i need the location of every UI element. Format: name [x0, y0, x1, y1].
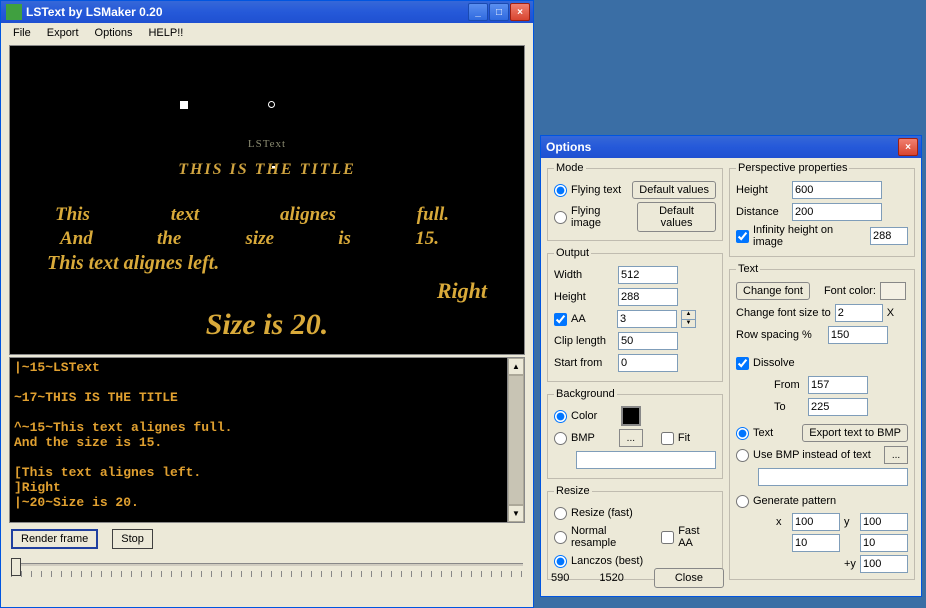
- output-height-field[interactable]: [618, 288, 678, 306]
- output-fieldset: Output Width Height AA▲▼ Clip length Sta…: [547, 247, 723, 382]
- app-icon: [6, 4, 22, 20]
- generate-pattern-radio[interactable]: [736, 495, 749, 508]
- main-window: LSText by LSMaker 0.20 _ □ × File Export…: [0, 0, 534, 608]
- preview-viewport[interactable]: LSText THIS IS THE TITLE Thistextalignes…: [9, 45, 525, 355]
- render-frame-button[interactable]: Render frame: [11, 529, 98, 549]
- options-close-button[interactable]: Close: [654, 568, 724, 588]
- preview-line-5: This text alignes left.: [47, 252, 219, 275]
- background-fieldset: Background Color BMP...Fit: [547, 388, 723, 479]
- preview-line-7: Size is 20.: [10, 308, 524, 342]
- minimize-button[interactable]: _: [468, 3, 488, 21]
- marker-square: [180, 101, 188, 109]
- start-from-field[interactable]: [618, 354, 678, 372]
- pattern-y1-field[interactable]: [860, 513, 908, 531]
- bg-color-swatch[interactable]: [621, 406, 641, 426]
- export-text-bmp-button[interactable]: Export text to BMP: [802, 424, 908, 442]
- infinity-value-field[interactable]: [870, 227, 908, 245]
- persp-distance-field[interactable]: [792, 203, 882, 221]
- main-titlebar: LSText by LSMaker 0.20 _ □ ×: [1, 1, 533, 23]
- text-bmp-path[interactable]: [758, 468, 908, 486]
- editor-wrap: |~15~LSText ~17~THIS IS THE TITLE ^~15~T…: [9, 357, 525, 523]
- menubar: File Export Options HELP!!: [1, 23, 533, 43]
- slider-thumb[interactable]: [11, 558, 21, 576]
- persp-height-field[interactable]: [792, 181, 882, 199]
- scroll-up-button[interactable]: ▲: [508, 358, 524, 375]
- flying-text-radio[interactable]: [554, 184, 567, 197]
- dissolve-from-field[interactable]: [808, 376, 868, 394]
- bg-fit-checkbox[interactable]: [661, 432, 674, 445]
- bg-bmp-radio[interactable]: [554, 432, 567, 445]
- menu-export[interactable]: Export: [39, 25, 87, 41]
- editor-scrollbar[interactable]: ▲ ▼: [508, 357, 525, 523]
- options-close-x[interactable]: ×: [898, 138, 918, 156]
- pattern-y2-field[interactable]: [860, 534, 908, 552]
- clip-length-field[interactable]: [618, 332, 678, 350]
- preview-line-4: Andthesizeis15.: [60, 228, 439, 250]
- resize-fast-radio[interactable]: [554, 507, 567, 520]
- options-titlebar: Options ×: [541, 136, 921, 158]
- mode-fieldset: Mode Flying text Default values Flying i…: [547, 162, 723, 241]
- preview-line-6: Right: [437, 278, 487, 304]
- preview-line-3: Thistextalignesfull.: [55, 204, 449, 226]
- resize-fieldset: Resize Resize (fast) Normal resampleFast…: [547, 485, 723, 580]
- text-bmp-browse[interactable]: ...: [884, 446, 908, 464]
- flying-image-radio[interactable]: [554, 211, 567, 224]
- options-window: Options × Mode Flying text Default value…: [540, 135, 922, 597]
- dissolve-checkbox[interactable]: [736, 357, 749, 370]
- status-b: 1520: [599, 572, 623, 584]
- preview-line-2: THIS IS THE TITLE: [10, 161, 524, 179]
- pattern-x1-field[interactable]: [792, 513, 840, 531]
- infinity-checkbox[interactable]: [736, 230, 749, 243]
- row-spacing-field[interactable]: [828, 326, 888, 344]
- change-font-button[interactable]: Change font: [736, 282, 810, 300]
- resize-normal-radio[interactable]: [554, 531, 567, 544]
- bg-bmp-browse[interactable]: ...: [619, 429, 643, 447]
- menu-help[interactable]: HELP!!: [140, 25, 191, 41]
- menu-options[interactable]: Options: [87, 25, 141, 41]
- pattern-x2-field[interactable]: [792, 534, 840, 552]
- bg-bmp-path[interactable]: [576, 451, 716, 469]
- status-a: 590: [551, 572, 569, 584]
- scroll-down-button[interactable]: ▼: [508, 505, 524, 522]
- font-size-field[interactable]: [835, 304, 883, 322]
- resize-lanczos-radio[interactable]: [554, 555, 567, 568]
- menu-file[interactable]: File: [5, 25, 39, 41]
- fast-aa-checkbox[interactable]: [661, 531, 674, 544]
- aa-spinner[interactable]: ▲▼: [681, 310, 696, 328]
- stop-button[interactable]: Stop: [112, 529, 153, 549]
- default-values-1[interactable]: Default values: [632, 181, 716, 199]
- default-values-2[interactable]: Default values: [637, 202, 716, 232]
- use-bmp-radio[interactable]: [736, 449, 749, 462]
- output-width-field[interactable]: [618, 266, 678, 284]
- bg-color-radio[interactable]: [554, 410, 567, 423]
- options-title: Options: [546, 140, 591, 154]
- preview-line-1: LSText: [10, 138, 524, 150]
- aa-checkbox[interactable]: [554, 313, 567, 326]
- script-editor[interactable]: |~15~LSText ~17~THIS IS THE TITLE ^~15~T…: [9, 357, 508, 523]
- main-close-button[interactable]: ×: [510, 3, 530, 21]
- maximize-button[interactable]: □: [489, 3, 509, 21]
- scroll-thumb[interactable]: [508, 375, 524, 505]
- font-color-swatch[interactable]: [880, 282, 906, 300]
- text-mode-radio[interactable]: [736, 427, 749, 440]
- timeline-slider[interactable]: [11, 555, 523, 579]
- main-title: LSText by LSMaker 0.20: [26, 5, 163, 19]
- perspective-fieldset: Perspective properties Height Distance I…: [729, 162, 915, 257]
- aa-field[interactable]: [617, 310, 677, 328]
- dissolve-to-field[interactable]: [808, 398, 868, 416]
- text-fieldset: Text Change fontFont color: Change font …: [729, 263, 915, 580]
- marker-circle: [268, 101, 275, 108]
